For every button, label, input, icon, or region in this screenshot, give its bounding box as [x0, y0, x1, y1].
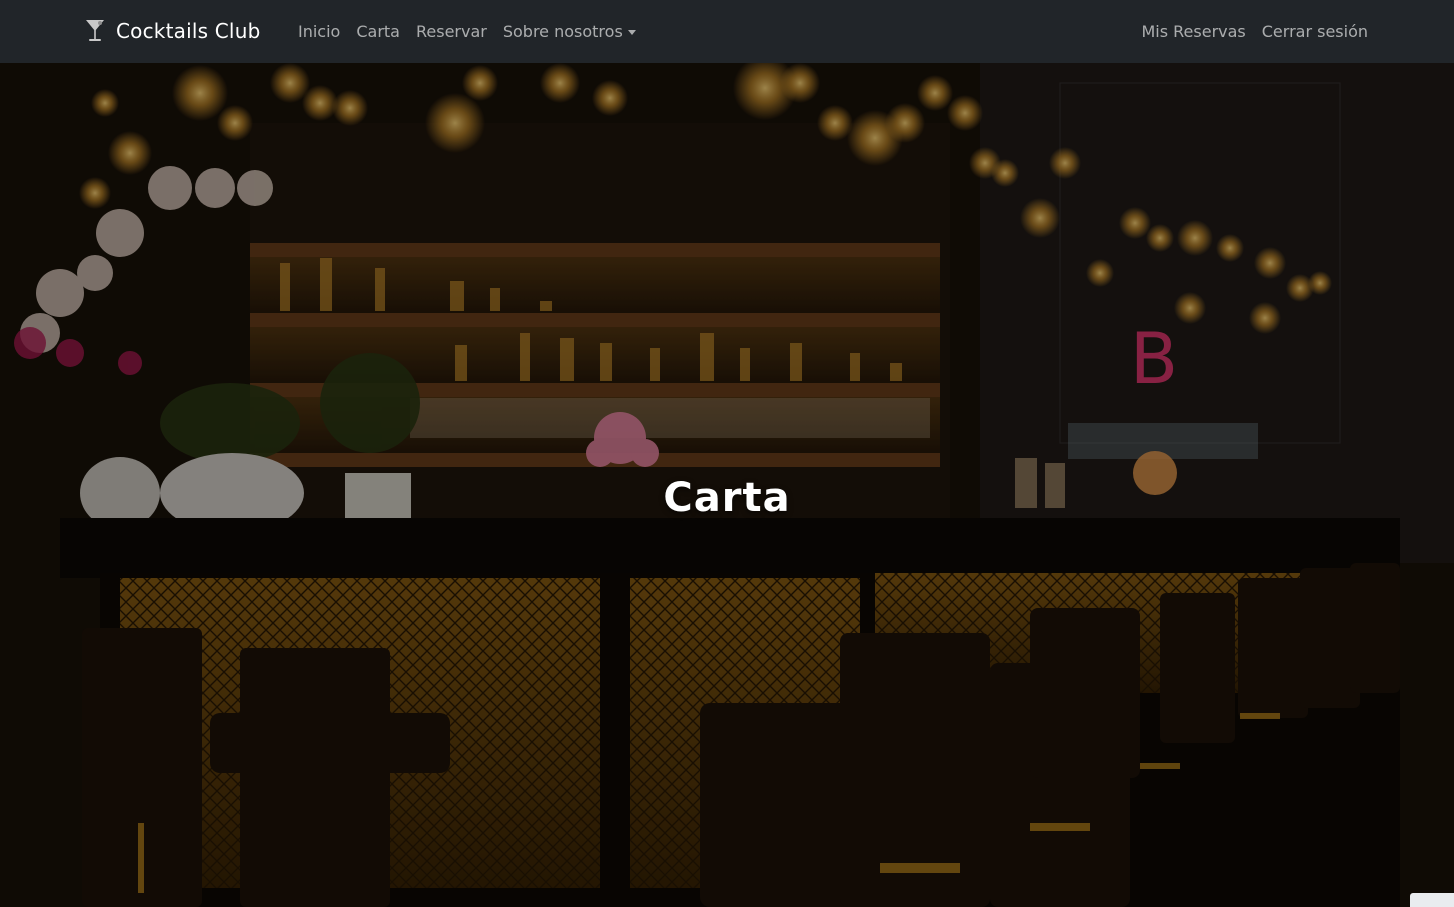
corner-widget[interactable] — [1410, 893, 1454, 907]
navbar: Cocktails Club Inicio Carta Reservar Sob… — [0, 0, 1454, 63]
nav-link-mis-reservas[interactable]: Mis Reservas — [1133, 22, 1253, 41]
nav-link-inicio[interactable]: Inicio — [290, 22, 348, 41]
nav-link-cerrar-sesion[interactable]: Cerrar sesión — [1254, 22, 1376, 41]
brand-name: Cocktails Club — [116, 19, 261, 43]
hero-title: Carta — [663, 475, 791, 521]
nav-link-carta[interactable]: Carta — [348, 22, 408, 41]
nav-link-reservar[interactable]: Reservar — [408, 22, 495, 41]
nav-user: Mis Reservas Cerrar sesión — [1133, 0, 1376, 63]
dropdown-label: Sobre nosotros — [502, 22, 623, 41]
chevron-down-icon — [627, 30, 636, 35]
brand-link[interactable]: Cocktails Club — [84, 14, 260, 48]
nav-main: Inicio Carta Reservar Sobre nosotros — [290, 0, 644, 63]
cocktail-glass-icon — [84, 18, 106, 44]
hero-banner: B Carta — [0, 63, 1454, 907]
nav-dropdown-sobre-nosotros[interactable]: Sobre nosotros — [495, 22, 644, 41]
